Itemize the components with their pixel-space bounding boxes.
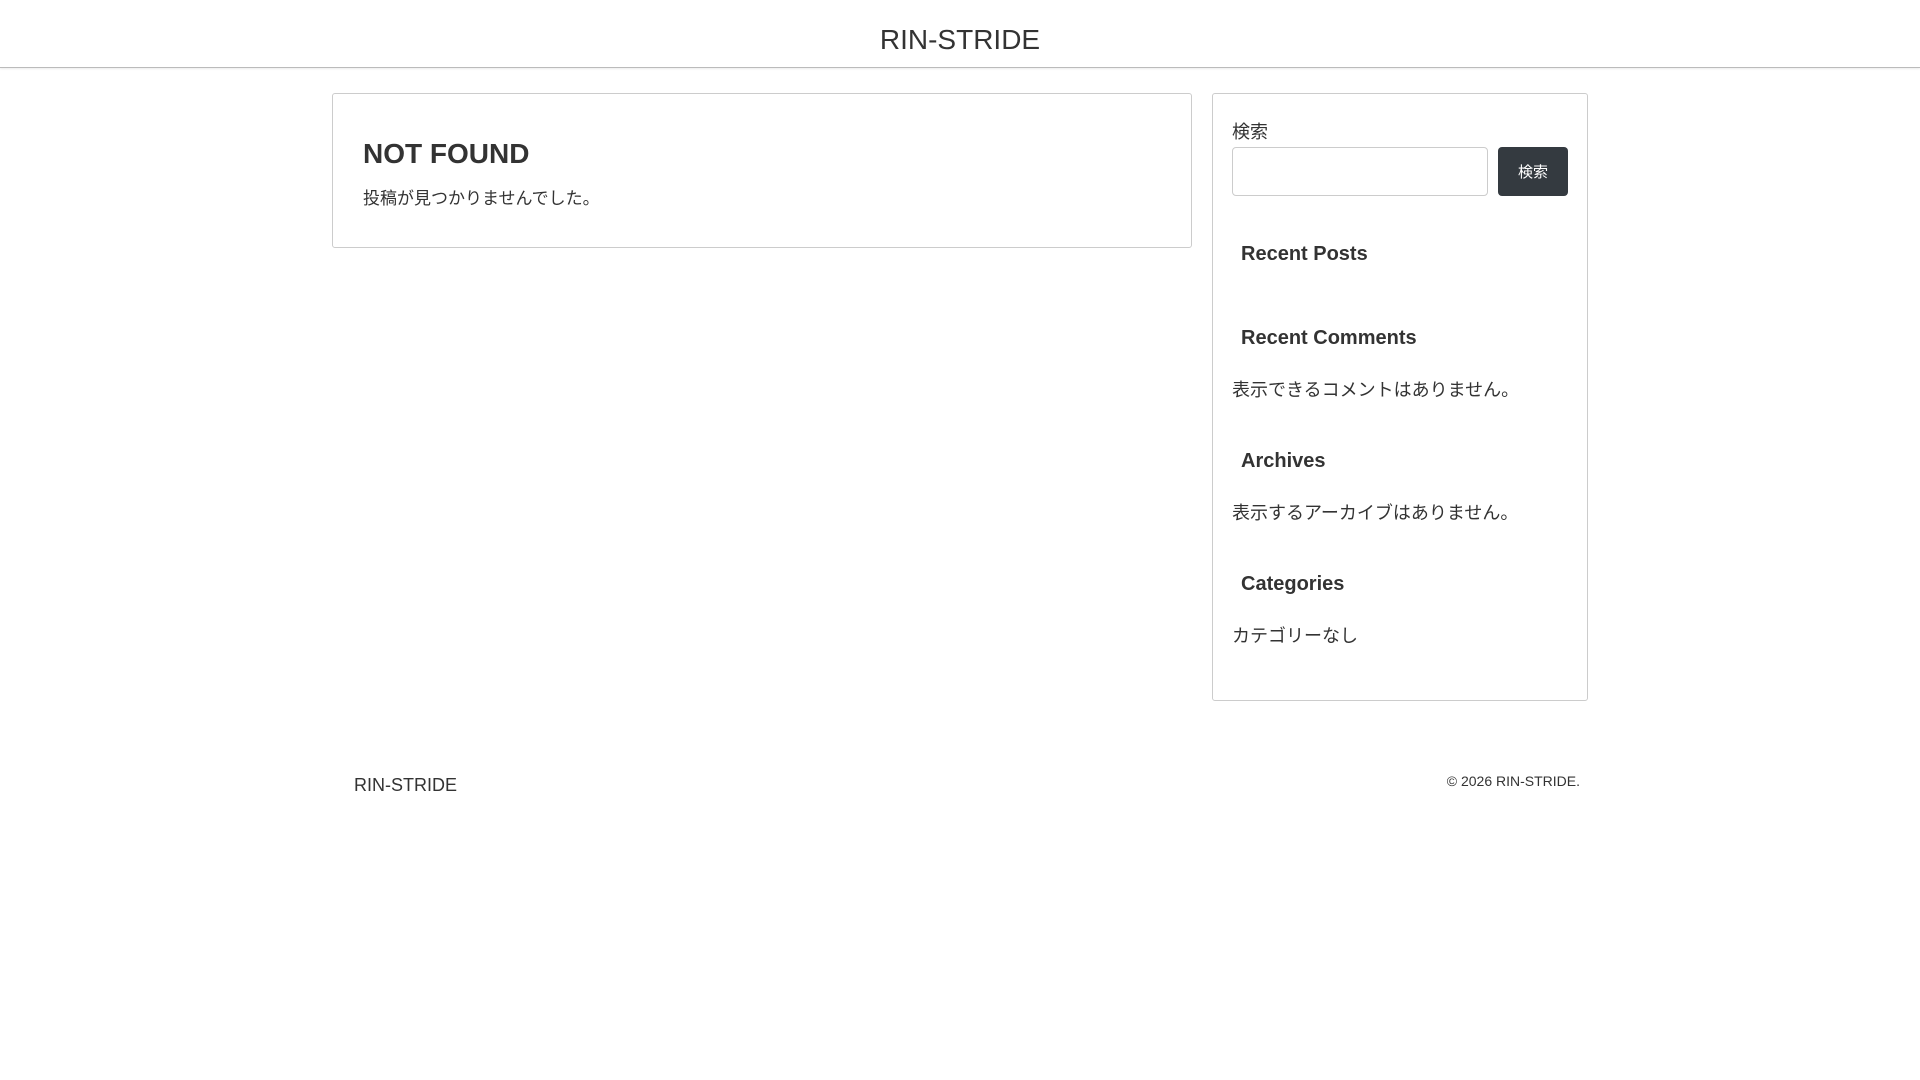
recent-posts-heading: Recent Posts [1241, 243, 1368, 265]
search-label: 検索 [1232, 122, 1268, 142]
recent-comments-empty: 表示できるコメントはありません。 [1232, 380, 1520, 400]
search-button[interactable]: 検索 [1498, 147, 1568, 196]
site-header: RIN-STRIDE [0, 0, 1920, 68]
footer-site-link[interactable]: RIN-STRIDE [354, 775, 457, 796]
footer-copyright: © 2026 RIN-STRIDE. [1446, 773, 1580, 789]
categories-heading: Categories [1241, 573, 1345, 595]
sidebar: 検索 検索 Recent Posts Recent Comments 表示できる… [1212, 93, 1588, 701]
not-found-message: 投稿が見つかりませんでした。 [363, 189, 600, 208]
archives-heading: Archives [1241, 450, 1326, 472]
archives-empty: 表示するアーカイブはありません。 [1232, 503, 1519, 523]
categories-empty: カテゴリーなし [1232, 626, 1358, 646]
search-input[interactable] [1232, 147, 1488, 196]
page-title: NOT FOUND [363, 138, 530, 169]
site-title-link[interactable]: RIN-STRIDE [0, 24, 1920, 56]
recent-comments-heading: Recent Comments [1241, 327, 1417, 349]
not-found-card: NOT FOUND 投稿が見つかりませんでした。 [332, 93, 1192, 248]
